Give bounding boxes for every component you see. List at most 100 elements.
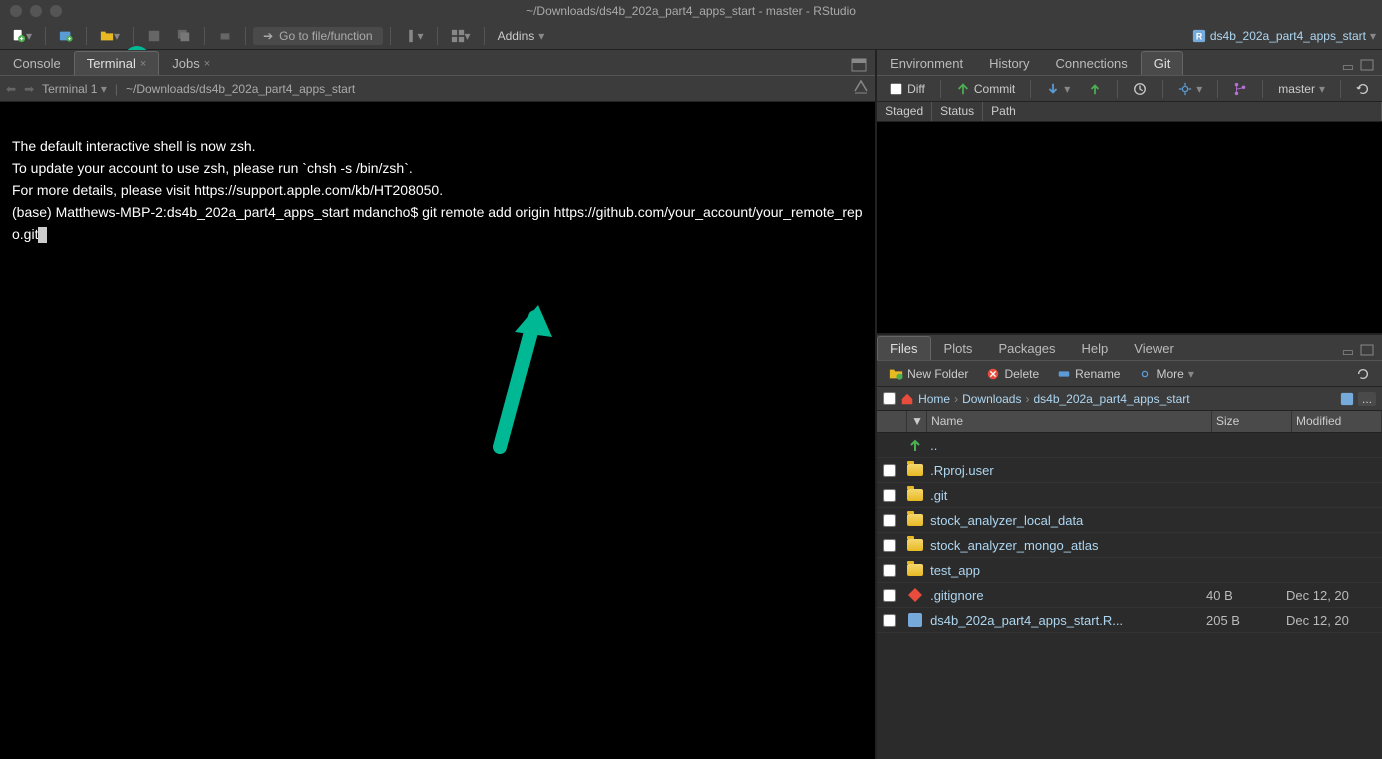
file-row[interactable]: .Rproj.user [877, 458, 1382, 483]
git-header-path[interactable]: Path [983, 102, 1382, 121]
up-arrow-icon [907, 437, 923, 453]
file-checkbox[interactable] [883, 589, 896, 602]
delete-icon [986, 367, 1000, 381]
project-selector[interactable]: R ds4b_202a_part4_apps_start ▾ [1192, 29, 1376, 43]
new-folder-button[interactable]: New Folder [883, 365, 974, 383]
file-header-name[interactable]: Name [927, 411, 1212, 432]
git-status-list [877, 122, 1382, 333]
folder-icon [907, 539, 923, 551]
maximize-pane-icon[interactable] [1360, 344, 1374, 360]
close-icon[interactable]: × [204, 58, 210, 70]
rproj-icon: R [1192, 29, 1206, 43]
print-button[interactable] [212, 25, 238, 47]
tab-connections[interactable]: Connections [1043, 51, 1141, 75]
minimize-pane-icon[interactable] [851, 58, 867, 75]
left-pane-tabs: Console Terminal × Jobs × [0, 50, 875, 76]
new-file-button[interactable]: ▾ [6, 25, 38, 47]
rproj-nav-icon[interactable] [1340, 392, 1354, 406]
tab-environment[interactable]: Environment [877, 51, 976, 75]
breadcrumb-home[interactable]: Home [918, 392, 950, 406]
delete-button[interactable]: Delete [980, 365, 1045, 383]
tab-history[interactable]: History [976, 51, 1042, 75]
more-button[interactable]: More ▾ [1132, 365, 1199, 383]
goto-file-function[interactable]: ➔ Go to file/function [253, 27, 382, 45]
git-pull-button[interactable]: ▾ [1040, 80, 1076, 98]
grid-button[interactable]: ▾ [445, 25, 477, 47]
git-header-staged[interactable]: Staged [877, 102, 932, 121]
file-row[interactable]: .git [877, 483, 1382, 508]
file-name[interactable]: stock_analyzer_local_data [930, 513, 1206, 528]
git-push-button[interactable] [1082, 80, 1108, 98]
breadcrumb-downloads[interactable]: Downloads [962, 392, 1021, 406]
tab-plots[interactable]: Plots [931, 336, 986, 360]
close-icon[interactable]: × [140, 58, 146, 70]
file-name[interactable]: test_app [930, 563, 1206, 578]
file-name[interactable]: .. [930, 438, 1206, 453]
tab-jobs-label: Jobs [172, 56, 199, 71]
terminal-dropdown[interactable]: Terminal 1 ▾ [42, 82, 107, 96]
maximize-window[interactable] [50, 5, 62, 17]
files-refresh-button[interactable] [1350, 365, 1376, 383]
tab-files[interactable]: Files [877, 336, 930, 360]
file-checkbox[interactable] [883, 539, 896, 552]
git-diff-button[interactable]: Diff [883, 80, 931, 98]
sort-indicator[interactable]: ▼ [907, 411, 927, 432]
tab-packages[interactable]: Packages [985, 336, 1068, 360]
file-header-modified[interactable]: Modified [1292, 411, 1382, 432]
addins-button[interactable]: Addins ▾ [492, 25, 551, 47]
file-name[interactable]: .git [930, 488, 1206, 503]
git-more-button[interactable]: ▾ [1172, 80, 1208, 98]
git-commit-button[interactable]: Commit [950, 80, 1021, 98]
file-name[interactable]: ds4b_202a_part4_apps_start.R... [930, 613, 1206, 628]
new-project-button[interactable] [53, 25, 79, 47]
select-all-checkbox[interactable] [883, 392, 896, 405]
git-refresh-button[interactable] [1350, 80, 1376, 98]
file-row[interactable]: stock_analyzer_mongo_atlas [877, 533, 1382, 558]
tab-terminal[interactable]: Terminal × [74, 51, 160, 75]
home-icon[interactable] [900, 392, 914, 406]
git-branch-new-button[interactable] [1227, 80, 1253, 98]
git-branch-selector[interactable]: master ▾ [1272, 80, 1331, 98]
file-checkbox[interactable] [883, 564, 896, 577]
ellipsis-button[interactable]: ... [1358, 392, 1376, 406]
maximize-pane-icon[interactable] [1360, 59, 1374, 75]
file-checkbox[interactable] [883, 489, 896, 502]
folder-icon [907, 489, 923, 501]
tab-console[interactable]: Console [0, 51, 74, 75]
forward-arrow-icon[interactable]: ➡ [24, 82, 34, 96]
pull-icon [1046, 82, 1060, 96]
file-name[interactable]: .Rproj.user [930, 463, 1206, 478]
tab-viewer[interactable]: Viewer [1121, 336, 1187, 360]
minimize-window[interactable] [30, 5, 42, 17]
save-button[interactable] [141, 25, 167, 47]
file-row[interactable]: stock_analyzer_local_data [877, 508, 1382, 533]
file-row[interactable]: .gitignore40 BDec 12, 20 [877, 583, 1382, 608]
file-checkbox[interactable] [883, 464, 896, 477]
minimize-pane-icon[interactable]: ▭ [1342, 59, 1354, 75]
git-history-button[interactable] [1127, 80, 1153, 98]
open-file-button[interactable]: ▾ [94, 25, 126, 47]
git-file-icon [907, 587, 923, 603]
save-all-button[interactable] [171, 25, 197, 47]
git-header-status[interactable]: Status [932, 102, 983, 121]
file-name[interactable]: stock_analyzer_mongo_atlas [930, 538, 1206, 553]
tab-help[interactable]: Help [1069, 336, 1122, 360]
file-row[interactable]: ds4b_202a_part4_apps_start.R...205 BDec … [877, 608, 1382, 633]
file-checkbox[interactable] [883, 514, 896, 527]
tab-jobs[interactable]: Jobs × [159, 51, 223, 75]
close-window[interactable] [10, 5, 22, 17]
file-row[interactable]: test_app [877, 558, 1382, 583]
back-arrow-icon[interactable]: ⬅ [6, 82, 16, 96]
file-header-size[interactable]: Size [1212, 411, 1292, 432]
clear-terminal-icon[interactable] [853, 79, 869, 98]
file-checkbox[interactable] [883, 614, 896, 627]
terminal-output[interactable]: The default interactive shell is now zsh… [0, 102, 875, 759]
tools-button[interactable]: ▾ [398, 25, 430, 47]
minimize-pane-icon[interactable]: ▭ [1342, 344, 1354, 360]
file-name[interactable]: .gitignore [930, 588, 1206, 603]
rename-button[interactable]: Rename [1051, 365, 1126, 383]
breadcrumb-project[interactable]: ds4b_202a_part4_apps_start [1033, 392, 1189, 406]
tab-git[interactable]: Git [1141, 51, 1184, 75]
file-row[interactable]: .. [877, 433, 1382, 458]
save-icon [147, 29, 161, 43]
